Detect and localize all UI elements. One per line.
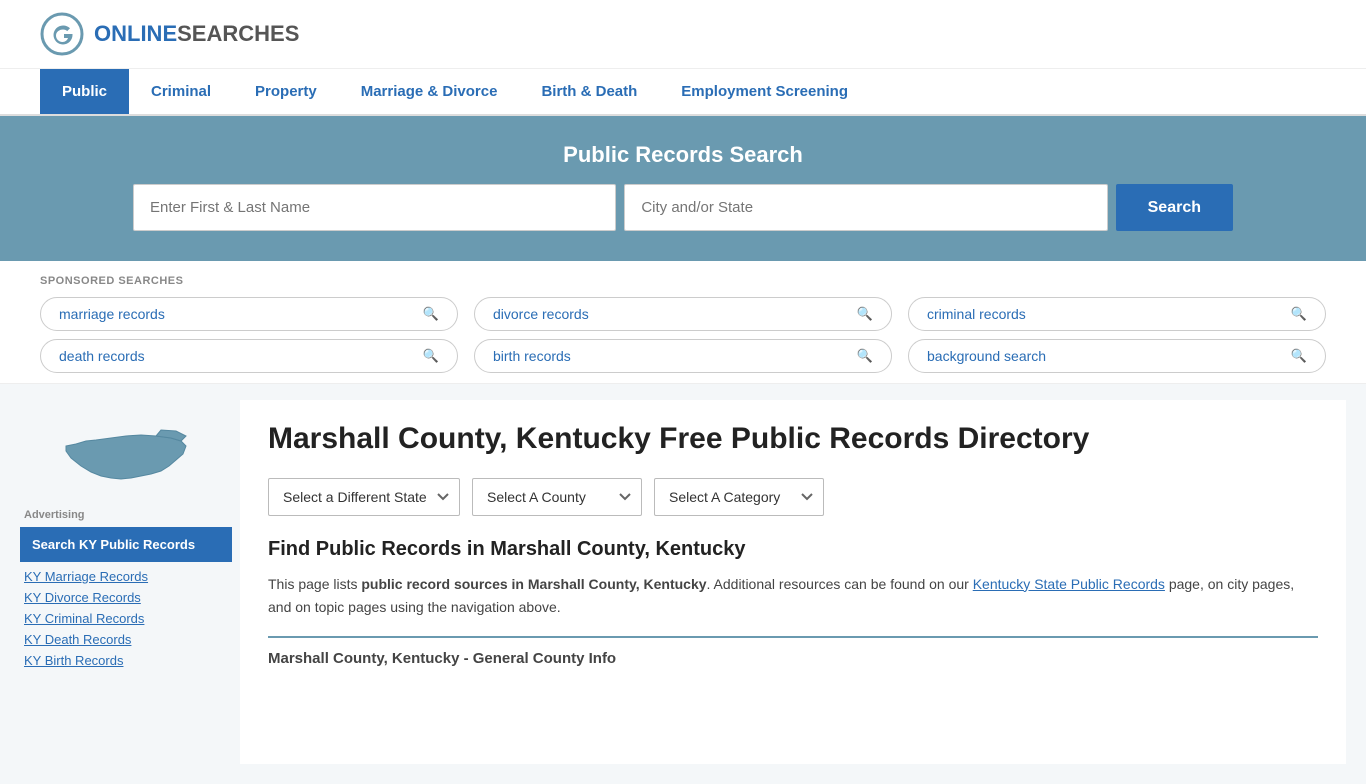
nav-marriage-divorce[interactable]: Marriage & Divorce bbox=[339, 69, 520, 114]
sponsored-tag-death[interactable]: death records 🔍 bbox=[40, 339, 458, 373]
sponsored-tag-marriage[interactable]: marriage records 🔍 bbox=[40, 297, 458, 331]
sponsored-section: SPONSORED SEARCHES marriage records 🔍 di… bbox=[0, 261, 1366, 384]
sidebar: Advertising Search KY Public Records KY … bbox=[20, 384, 240, 764]
logo-icon bbox=[40, 12, 84, 56]
main-nav: Public Criminal Property Marriage & Divo… bbox=[0, 69, 1366, 116]
sidebar-link-birth[interactable]: KY Birth Records bbox=[20, 650, 232, 671]
find-title: Find Public Records in Marshall County, … bbox=[268, 538, 1318, 561]
page-title: Marshall County, Kentucky Free Public Re… bbox=[268, 420, 1318, 458]
find-description: This page lists public record sources in… bbox=[268, 573, 1318, 621]
search-icon-5: 🔍 bbox=[857, 348, 873, 364]
nav-property[interactable]: Property bbox=[233, 69, 339, 114]
sidebar-link-death[interactable]: KY Death Records bbox=[20, 629, 232, 650]
header: ONLINESEARCHES bbox=[0, 0, 1366, 69]
sponsored-tag-background[interactable]: background search 🔍 bbox=[908, 339, 1326, 373]
search-banner: Public Records Search Search bbox=[0, 116, 1366, 261]
main-content: Marshall County, Kentucky Free Public Re… bbox=[240, 400, 1346, 764]
state-map bbox=[20, 400, 232, 509]
county-dropdown[interactable]: Select A County bbox=[472, 478, 642, 516]
county-info-title: Marshall County, Kentucky - General Coun… bbox=[268, 636, 1318, 667]
search-icon-6: 🔍 bbox=[1291, 348, 1307, 364]
nav-birth-death[interactable]: Birth & Death bbox=[519, 69, 659, 114]
sidebar-link-marriage[interactable]: KY Marriage Records bbox=[20, 566, 232, 587]
name-search-input[interactable] bbox=[133, 184, 616, 231]
search-icon-2: 🔍 bbox=[857, 306, 873, 322]
location-search-input[interactable] bbox=[624, 184, 1107, 231]
dropdowns-row: Select a Different State Select A County… bbox=[268, 478, 1318, 516]
logo[interactable]: ONLINESEARCHES bbox=[40, 12, 299, 56]
search-icon-4: 🔍 bbox=[423, 348, 439, 364]
search-icon-3: 🔍 bbox=[1291, 306, 1307, 322]
sidebar-ad-box[interactable]: Search KY Public Records bbox=[20, 527, 232, 562]
search-button[interactable]: Search bbox=[1116, 184, 1233, 231]
search-icon-1: 🔍 bbox=[423, 306, 439, 322]
kentucky-map-svg bbox=[61, 416, 191, 496]
advertising-label: Advertising bbox=[20, 509, 232, 521]
sponsored-tag-criminal[interactable]: criminal records 🔍 bbox=[908, 297, 1326, 331]
nav-public[interactable]: Public bbox=[40, 69, 129, 114]
nav-criminal[interactable]: Criminal bbox=[129, 69, 233, 114]
sponsored-label: SPONSORED SEARCHES bbox=[40, 275, 1326, 287]
sponsored-tag-divorce[interactable]: divorce records 🔍 bbox=[474, 297, 892, 331]
nav-employment[interactable]: Employment Screening bbox=[659, 69, 870, 114]
category-dropdown[interactable]: Select A Category bbox=[654, 478, 824, 516]
sidebar-link-divorce[interactable]: KY Divorce Records bbox=[20, 587, 232, 608]
sponsored-tag-birth[interactable]: birth records 🔍 bbox=[474, 339, 892, 373]
logo-text: ONLINESEARCHES bbox=[94, 23, 299, 45]
search-banner-title: Public Records Search bbox=[40, 142, 1326, 168]
sidebar-link-criminal[interactable]: KY Criminal Records bbox=[20, 608, 232, 629]
state-dropdown[interactable]: Select a Different State bbox=[268, 478, 460, 516]
ky-records-link[interactable]: Kentucky State Public Records bbox=[973, 576, 1165, 592]
